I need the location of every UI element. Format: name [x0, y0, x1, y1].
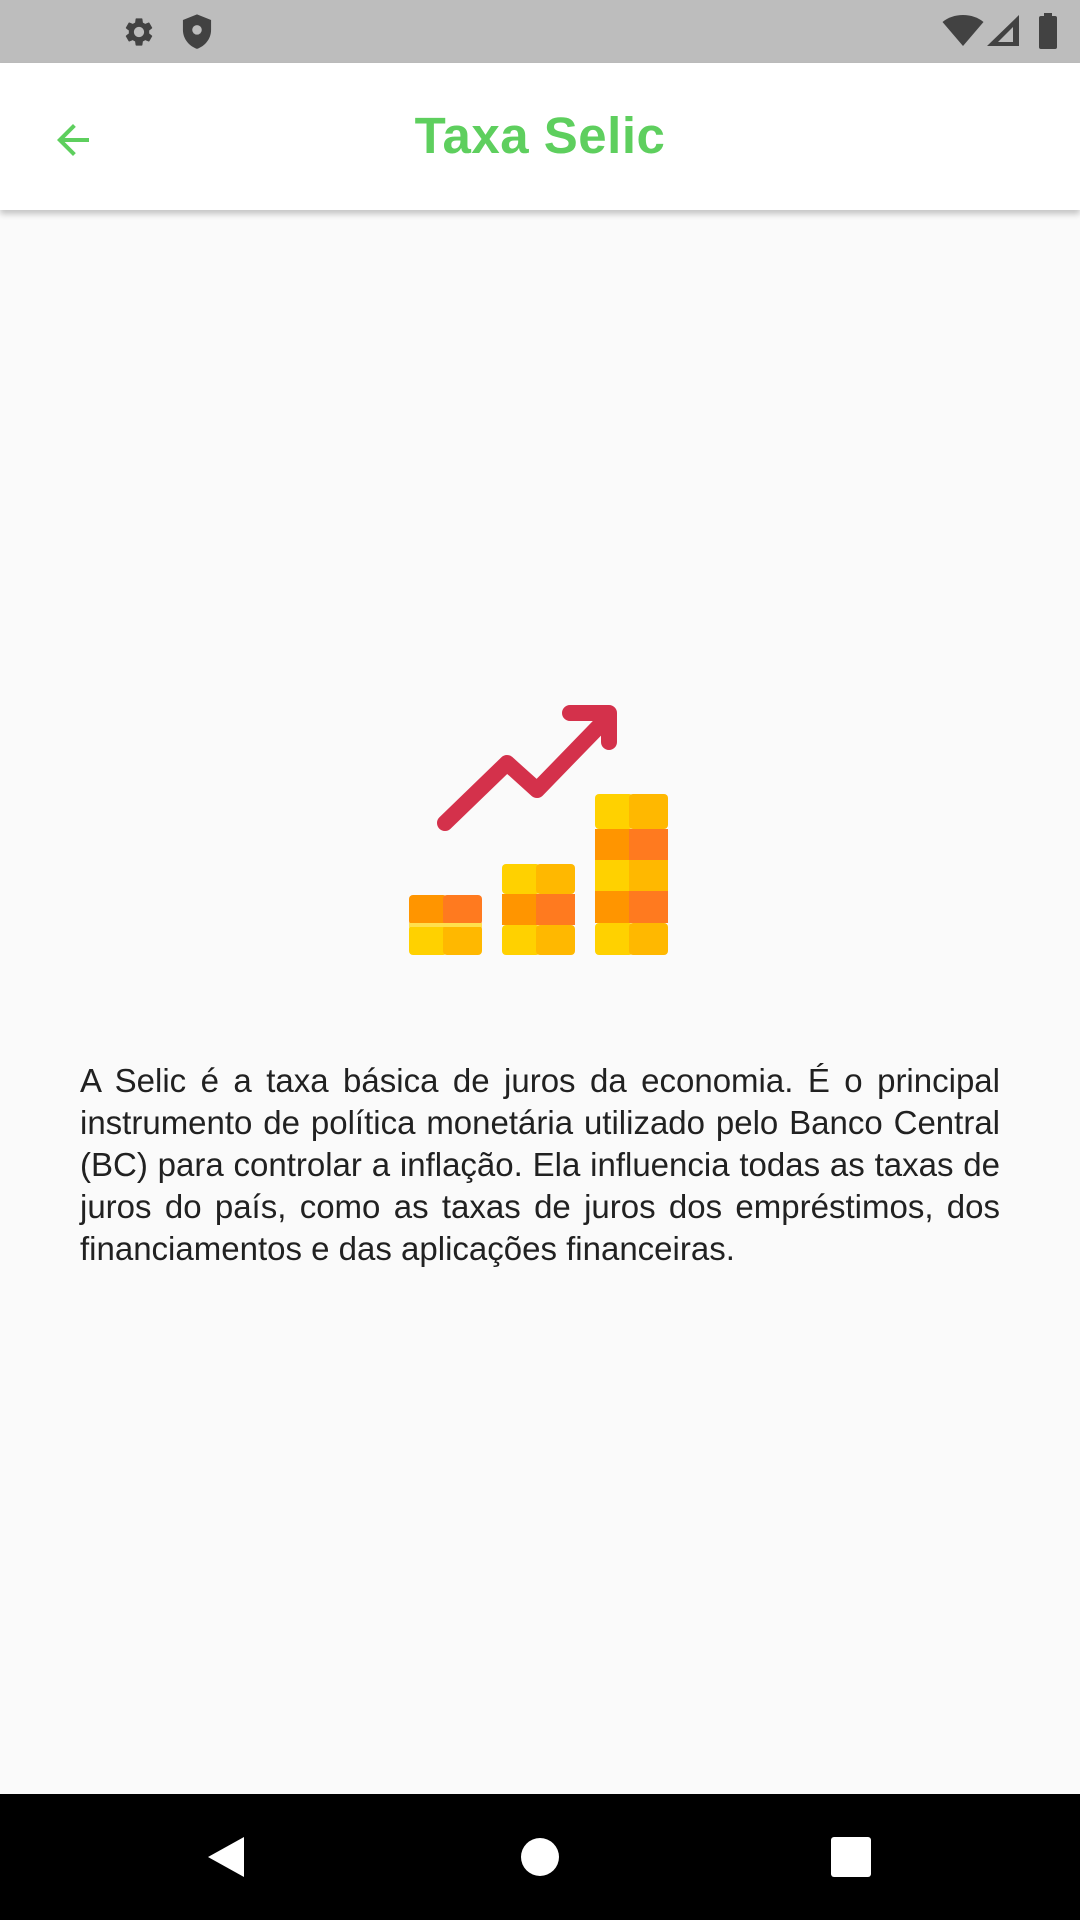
nav-home-button[interactable]	[500, 1817, 580, 1897]
app-bar: Taxa Selic	[0, 63, 1080, 210]
main-content: A Selic é a taxa básica de juros da econ…	[0, 210, 1080, 1794]
nav-recents-button[interactable]	[811, 1817, 891, 1897]
gear-icon	[125, 18, 153, 46]
recents-square-icon	[831, 1837, 871, 1877]
cellular-signal-icon	[987, 15, 1019, 46]
coin-stack-tall	[595, 794, 668, 955]
coin-stack-medium	[502, 864, 575, 955]
rising-coins-chart-icon	[409, 705, 668, 955]
coin-stack-small	[409, 895, 482, 955]
selic-description: A Selic é a taxa básica de juros da econ…	[80, 1062, 1000, 1267]
battery-icon	[1039, 13, 1057, 49]
status-bar	[0, 0, 1080, 63]
shield-icon	[182, 14, 212, 49]
home-circle-icon	[521, 1838, 559, 1876]
trend-arrow	[437, 705, 617, 831]
navigation-bar	[0, 1794, 1080, 1920]
page-title: Taxa Selic	[414, 107, 666, 164]
nav-back-button[interactable]	[186, 1817, 266, 1897]
wifi-icon	[942, 15, 984, 46]
back-triangle-icon	[208, 1837, 244, 1877]
